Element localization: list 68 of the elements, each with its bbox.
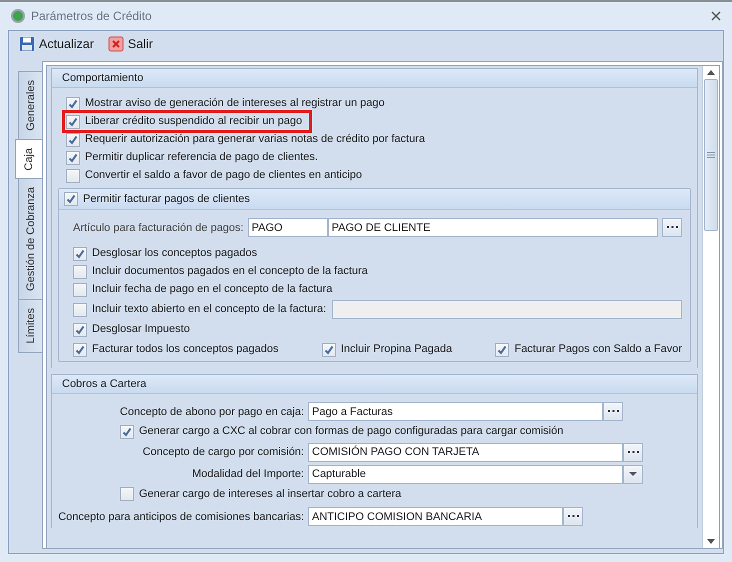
ellipsis-icon <box>628 450 638 454</box>
checkbox[interactable] <box>73 342 87 356</box>
checkbox[interactable] <box>66 150 80 164</box>
checkbox-label: Facturar todos los conceptos pagados <box>92 342 279 357</box>
scroll-up-icon[interactable] <box>706 68 716 76</box>
group-label: Permitir facturar pagos de clientes <box>83 192 250 206</box>
field-label: Concepto para anticipos de comisiones bancarias: <box>58 510 304 522</box>
checkbox[interactable] <box>73 246 87 260</box>
scroll-down-icon[interactable] <box>706 538 716 546</box>
checkbox-label: Convertir el saldo a favor de pago de clientes en anticipo <box>85 168 362 183</box>
browse-button[interactable] <box>603 402 623 421</box>
checkbox[interactable] <box>73 264 87 278</box>
dropdown-button[interactable] <box>623 464 643 484</box>
checkbox[interactable] <box>66 96 80 110</box>
field-label: Modalidad del Importe: <box>192 468 304 480</box>
exit-button[interactable]: Salir <box>106 35 155 53</box>
window-title: Parámetros de Crédito <box>31 9 153 23</box>
checkbox-label: Desglosar los conceptos pagados <box>92 246 258 261</box>
ellipsis-icon <box>666 226 678 229</box>
checkbox-label: Incluir fecha de pago en el concepto de la factura <box>92 282 332 297</box>
text-field[interactable] <box>332 300 682 319</box>
checkbox[interactable] <box>73 282 87 296</box>
side-tab[interactable]: Generales <box>18 71 42 140</box>
section-header: Cobros a Cartera <box>52 375 697 394</box>
caret-icon <box>629 472 637 476</box>
checkbox[interactable] <box>73 302 87 316</box>
ellipsis-icon <box>608 410 618 413</box>
scrollbar-thumb[interactable] <box>704 79 718 231</box>
checkbox[interactable] <box>66 132 80 146</box>
checkbox[interactable] <box>322 342 336 356</box>
checkbox[interactable] <box>64 192 78 206</box>
browse-button[interactable] <box>563 507 583 526</box>
field-label: Concepto de cargo por comisión: <box>142 446 304 458</box>
side-tab[interactable]: Gestión de Cobranza <box>18 178 42 300</box>
ellipsis-icon <box>568 515 578 518</box>
name-field[interactable]: PAGO DE CLIENTE <box>328 218 658 237</box>
checkbox[interactable] <box>120 424 134 438</box>
update-button[interactable]: Actualizar <box>17 35 96 53</box>
code-field[interactable]: PAGO <box>248 218 328 237</box>
field-label: Concepto de abono por pago en caja: <box>120 406 304 418</box>
checkbox-label: Generar cargo de intereses al insertar cobro a cartera <box>139 486 402 502</box>
side-tab[interactable]: Límites <box>18 299 42 353</box>
checkbox-label: Incluir texto abierto en el concepto de la factura: <box>92 302 326 317</box>
checkbox[interactable] <box>66 168 80 182</box>
browse-button[interactable] <box>623 442 643 462</box>
checkbox[interactable] <box>73 322 87 336</box>
lookup-field[interactable]: COMISIÓN PAGO CON TARJETA <box>308 442 623 462</box>
checkbox-label: Incluir documentos pagados en el concepto de la factura <box>92 264 368 279</box>
checkbox[interactable] <box>495 342 510 356</box>
checkbox-label: Requerir autorización para generar varias notas de crédito por factura <box>85 132 425 147</box>
lookup-field[interactable]: ANTICIPO COMISION BANCARIA <box>308 507 563 526</box>
checkbox-label: Desglosar Impuesto <box>92 322 190 337</box>
side-tab[interactable]: Caja <box>15 138 42 180</box>
close-icon[interactable] <box>710 10 722 22</box>
lookup-field[interactable]: Pago a Facturas <box>308 402 603 421</box>
checkbox-label: Facturar Pagos con Saldo a Favor <box>514 342 682 357</box>
checkbox-label: Permitir duplicar referencia de pago de clientes. <box>85 150 318 165</box>
checkbox[interactable] <box>120 487 134 501</box>
field-label: Artículo para facturación de pagos: <box>73 222 244 234</box>
checkbox-label: Incluir Propina Pagada <box>340 342 452 357</box>
checkbox-label: Mostrar aviso de generación de intereses al registrar un pago <box>85 96 385 111</box>
checkbox-label: Generar cargo a CXC al cobrar con formas de pago configuradas para cargar comisión <box>139 424 564 439</box>
browse-button[interactable] <box>662 218 682 237</box>
section-header: Comportamiento <box>52 69 697 88</box>
dropdown-field[interactable]: Capturable <box>308 464 623 484</box>
close-icon <box>108 36 124 52</box>
checkbox-label: Liberar crédito suspendido al recibir un pago <box>85 114 302 129</box>
checkbox[interactable] <box>66 114 80 128</box>
